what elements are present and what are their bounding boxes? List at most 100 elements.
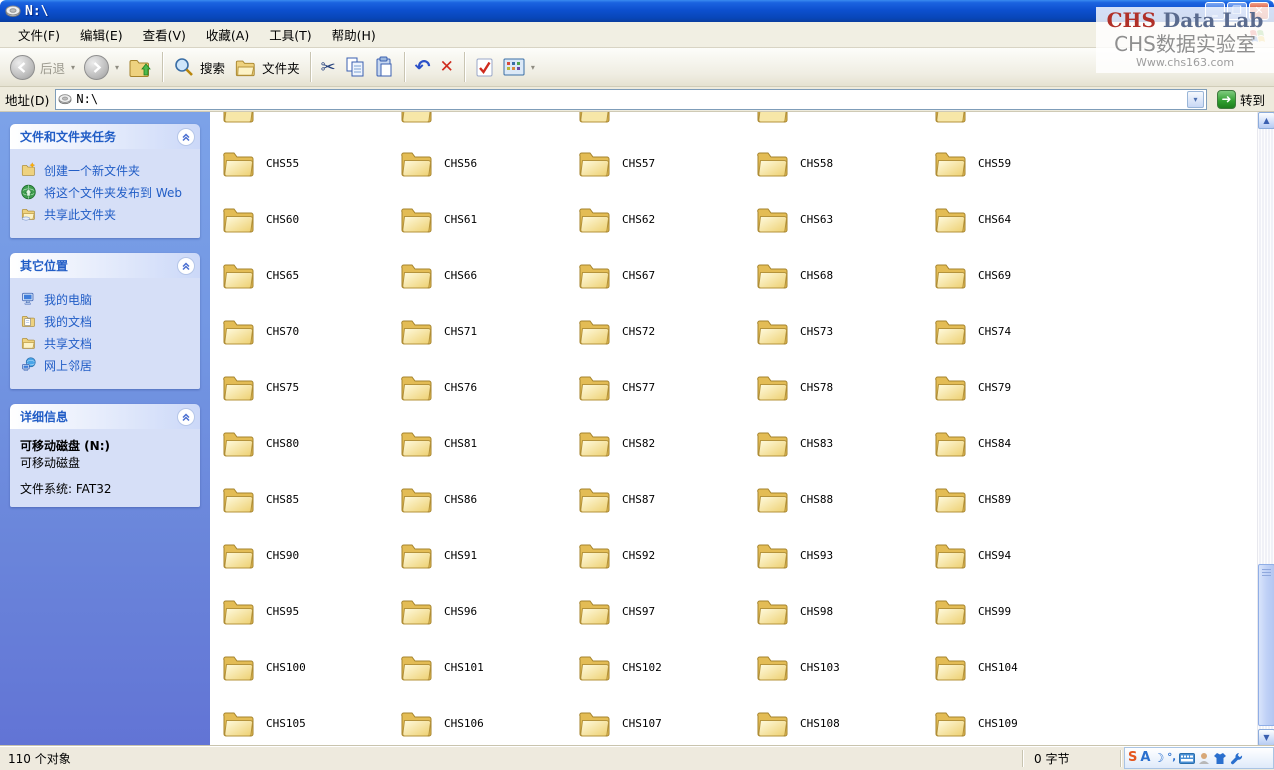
folder-item[interactable]: CHS92 — [578, 541, 756, 570]
folder-item[interactable]: CHS109 — [934, 709, 1112, 738]
undo-button[interactable]: ↶ — [411, 55, 435, 79]
folder-item[interactable]: CHS95 — [222, 597, 400, 626]
folder-item[interactable]: CHS88 — [756, 485, 934, 514]
folder-item[interactable]: CHS58 — [756, 149, 934, 178]
back-dropdown-icon[interactable]: ▾ — [71, 63, 75, 72]
folder-item[interactable]: CHS94 — [934, 541, 1112, 570]
menu-item[interactable]: 工具(T) — [259, 22, 321, 47]
menu-item[interactable]: 查看(V) — [133, 22, 196, 47]
folder-item[interactable]: CHS69 — [934, 261, 1112, 290]
forward-dropdown-icon[interactable]: ▾ — [115, 63, 119, 72]
folder-item[interactable]: CHS75 — [222, 373, 400, 402]
folder-item[interactable]: CHS63 — [756, 205, 934, 234]
folder-item[interactable]: CHS108 — [756, 709, 934, 738]
folder-item[interactable]: CHS78 — [756, 373, 934, 402]
fullwidth-toggle-icon[interactable]: ☽ — [1153, 749, 1164, 767]
new-folder-task[interactable]: 创建一个新文件夹 — [20, 162, 194, 179]
folder-item[interactable]: CHS59 — [934, 149, 1112, 178]
folder-item[interactable]: CHS91 — [400, 541, 578, 570]
menu-item[interactable]: 收藏(A) — [196, 22, 259, 47]
titlebar[interactable]: N:\ _ ❐ ✕ — [0, 0, 1274, 22]
folder-item[interactable]: CHS84 — [934, 429, 1112, 458]
folder-item[interactable]: CHS74 — [934, 317, 1112, 346]
menu-item[interactable]: 编辑(E) — [70, 22, 133, 47]
skin-icon[interactable] — [1213, 752, 1227, 765]
collapse-chevron-icon[interactable] — [177, 128, 195, 146]
copy-button[interactable] — [341, 53, 369, 81]
back-button[interactable]: 后退 ▾ — [6, 52, 79, 83]
scroll-up-icon[interactable]: ▲ — [1258, 112, 1274, 129]
folder-item-partial[interactable] — [756, 112, 934, 124]
folder-item-partial[interactable] — [400, 112, 578, 124]
folder-item-partial[interactable] — [578, 112, 756, 124]
folder-item[interactable]: CHS82 — [578, 429, 756, 458]
folder-item[interactable]: CHS104 — [934, 653, 1112, 682]
go-button[interactable]: ➜ 转到 — [1213, 90, 1269, 109]
address-combo[interactable]: N:\ ▾ — [55, 89, 1207, 110]
folder-item[interactable]: CHS96 — [400, 597, 578, 626]
shared-documents-link[interactable]: 共享文档 — [20, 335, 194, 352]
folder-item[interactable]: CHS57 — [578, 149, 756, 178]
folder-item[interactable]: CHS65 — [222, 261, 400, 290]
views-button[interactable]: ▾ — [499, 54, 539, 80]
folder-item[interactable]: CHS76 — [400, 373, 578, 402]
address-input[interactable]: N:\ — [76, 92, 1183, 106]
folder-item[interactable]: CHS61 — [400, 205, 578, 234]
folder-item[interactable]: CHS99 — [934, 597, 1112, 626]
folder-item[interactable]: CHS77 — [578, 373, 756, 402]
folder-item[interactable]: CHS81 — [400, 429, 578, 458]
folder-item[interactable]: CHS66 — [400, 261, 578, 290]
sogou-logo-icon[interactable]: S — [1128, 749, 1137, 767]
folder-item[interactable]: CHS67 — [578, 261, 756, 290]
folder-item[interactable]: CHS87 — [578, 485, 756, 514]
folder-item[interactable]: CHS68 — [756, 261, 934, 290]
my-documents-link[interactable]: 我的文档 — [20, 313, 194, 330]
folder-item[interactable]: CHS71 — [400, 317, 578, 346]
up-button[interactable] — [124, 52, 156, 82]
menu-item[interactable]: 帮助(H) — [322, 22, 386, 47]
toolbox-icon[interactable] — [1230, 752, 1243, 765]
folder-item[interactable]: CHS100 — [222, 653, 400, 682]
folder-item[interactable]: CHS79 — [934, 373, 1112, 402]
menu-item[interactable]: 文件(F) — [8, 22, 70, 47]
folder-item[interactable]: CHS73 — [756, 317, 934, 346]
folder-item[interactable]: CHS62 — [578, 205, 756, 234]
folder-item[interactable]: CHS105 — [222, 709, 400, 738]
folder-item[interactable]: CHS72 — [578, 317, 756, 346]
punctuation-icon[interactable]: °, — [1167, 749, 1176, 767]
folder-item[interactable]: CHS55 — [222, 149, 400, 178]
folder-item[interactable]: CHS83 — [756, 429, 934, 458]
folder-item[interactable]: CHS103 — [756, 653, 934, 682]
folder-item-partial[interactable] — [222, 112, 400, 124]
scrollbar-thumb[interactable] — [1258, 564, 1274, 726]
other-places-header[interactable]: 其它位置 — [10, 253, 200, 278]
views-dropdown-icon[interactable]: ▾ — [531, 63, 535, 72]
forward-button[interactable]: ▾ — [80, 52, 123, 83]
search-button[interactable]: 搜索 — [169, 53, 229, 81]
file-tasks-header[interactable]: 文件和文件夹任务 — [10, 124, 200, 149]
folder-item[interactable]: CHS97 — [578, 597, 756, 626]
soft-keyboard-icon[interactable] — [1179, 753, 1195, 764]
collapse-chevron-icon[interactable] — [177, 408, 195, 426]
folder-item[interactable]: CHS89 — [934, 485, 1112, 514]
my-computer-link[interactable]: 我的电脑 — [20, 291, 194, 308]
collapse-chevron-icon[interactable] — [177, 257, 195, 275]
folder-item[interactable]: CHS101 — [400, 653, 578, 682]
paste-button[interactable] — [370, 53, 398, 81]
publish-web-task[interactable]: 将这个文件夹发布到 Web — [20, 184, 194, 201]
check-button[interactable] — [471, 54, 498, 81]
english-toggle-icon[interactable]: A — [1140, 749, 1150, 767]
vertical-scrollbar[interactable]: ▲ ▼ — [1257, 112, 1274, 746]
share-folder-task[interactable]: 共享此文件夹 — [20, 206, 194, 223]
folder-item[interactable]: CHS70 — [222, 317, 400, 346]
folder-item[interactable]: CHS56 — [400, 149, 578, 178]
folder-item[interactable]: CHS80 — [222, 429, 400, 458]
delete-button[interactable]: ✕ — [436, 54, 458, 80]
folder-item[interactable]: CHS85 — [222, 485, 400, 514]
folder-item[interactable]: CHS102 — [578, 653, 756, 682]
folder-item[interactable]: CHS106 — [400, 709, 578, 738]
folder-item-partial[interactable] — [934, 112, 1112, 124]
address-dropdown-icon[interactable]: ▾ — [1187, 91, 1204, 108]
details-header[interactable]: 详细信息 — [10, 404, 200, 429]
account-icon[interactable] — [1198, 752, 1210, 765]
